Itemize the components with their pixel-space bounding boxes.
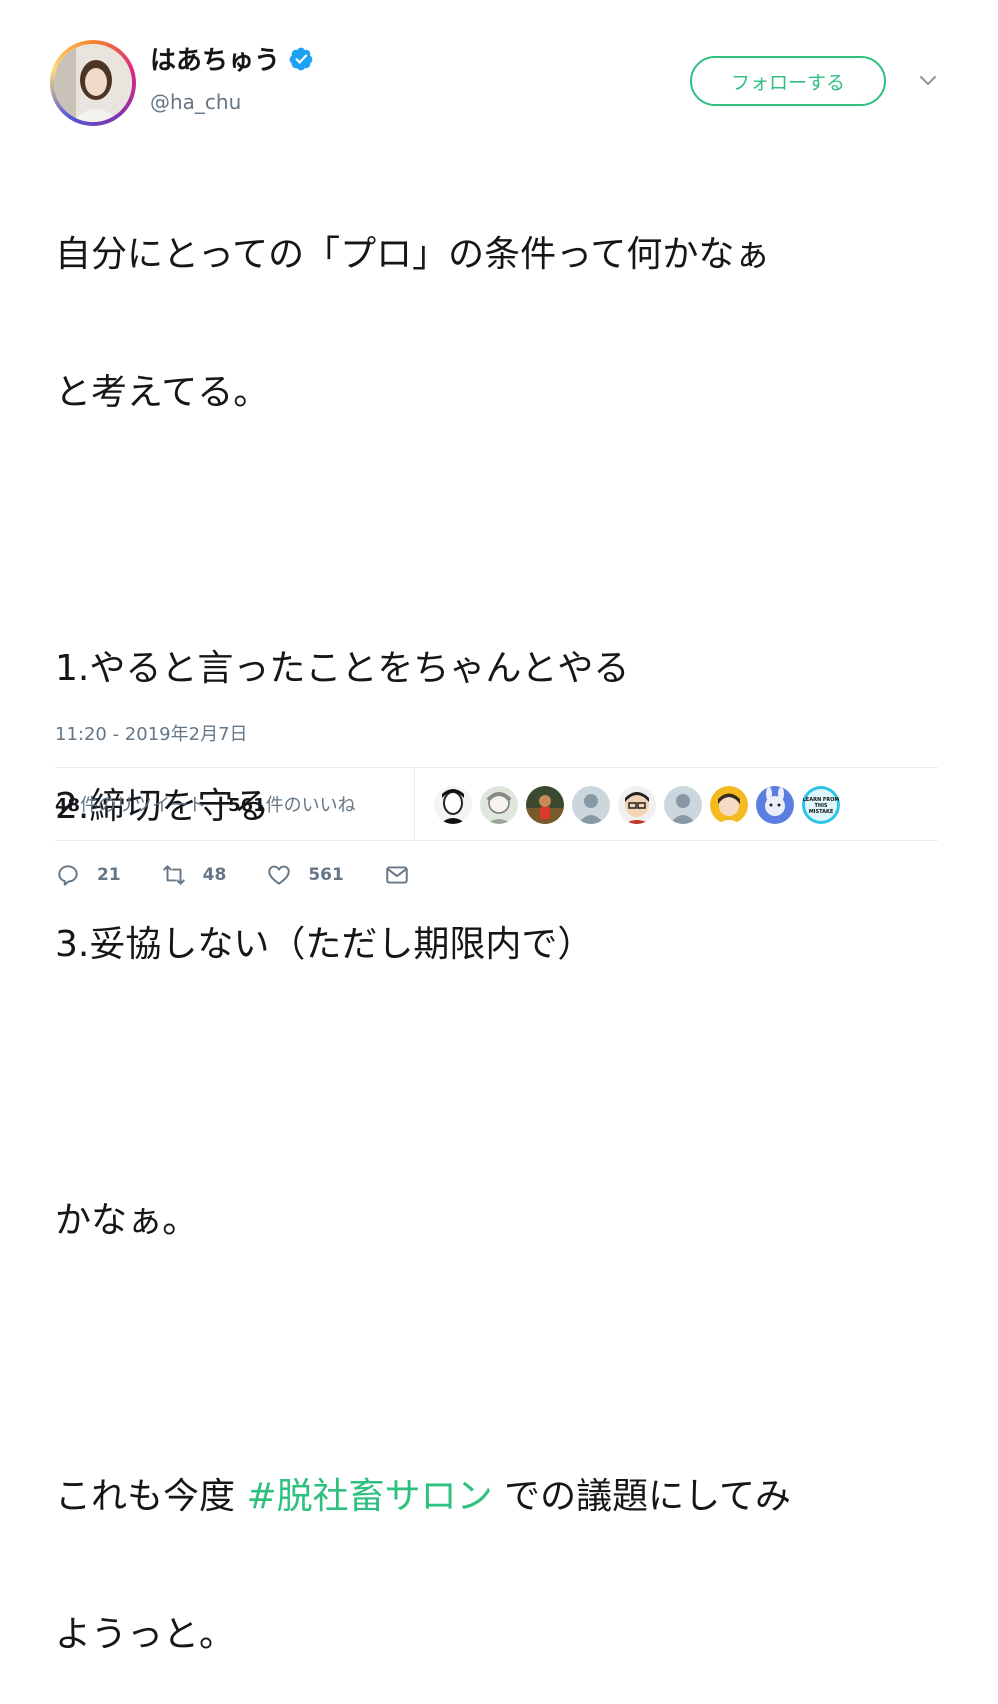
engagement-stats: 48件のリツイート 561件のいいね [55,768,378,840]
svg-text:MISTAKE: MISTAKE [809,809,834,815]
reply-count: 21 [97,865,121,885]
tweet-line: これも今度 #脱社畜サロン での議題にしてみ [55,1474,955,1520]
follow-button[interactable]: フォローする [690,56,886,106]
liker-avatar-1[interactable] [434,786,472,824]
likes-stat[interactable]: 561件のいいね [228,791,356,817]
divider [55,840,938,841]
retweets-stat-label: 件のリツイート [80,795,207,816]
default-avatar-icon[interactable] [664,786,702,824]
retweet-button[interactable]: 48 [161,862,227,888]
profile-avatar[interactable] [50,40,136,126]
liker-avatar-5[interactable] [618,786,656,824]
retweet-count: 48 [202,865,227,885]
tweet-text-segment: での議題にしてみ [492,1476,791,1517]
display-name[interactable]: はあちゅう [150,40,280,77]
retweet-icon [162,865,185,885]
retweets-stat-count: 48 [55,795,81,816]
like-count: 561 [308,865,344,885]
chevron-down-icon[interactable] [916,68,940,92]
tweet-line: かなぁ。 [55,1200,199,1241]
liker-avatar-9[interactable]: LEARN FROM THIS MISTAKE [802,786,840,824]
tweet-text: 自分にとっての「プロ」の条件って何かなぁ と考えてる。 1.やると言ったことをち… [55,140,955,1704]
reply-icon [58,865,78,886]
tweet-list-item: 1.やると言ったことをちゃんとやる [55,648,630,689]
hashtag-link[interactable]: #脱社畜サロン [246,1476,492,1517]
user-handle[interactable]: @ha_chu [150,90,241,114]
profile-photo [54,44,132,122]
liker-avatars: LEARN FROM THIS MISTAKE [434,786,840,824]
likes-stat-label: 件のいいね [265,795,356,816]
tweet-line: ようっと。 [55,1614,236,1655]
stats-separator [414,768,415,840]
liker-avatar-8[interactable] [756,786,794,824]
likes-stat-count: 561 [228,795,266,816]
tweet-actions: 21 48 561 [55,862,466,888]
liker-avatar-2[interactable] [480,786,518,824]
liker-avatar-3[interactable] [526,786,564,824]
envelope-icon [386,866,408,884]
default-avatar-icon[interactable] [572,786,610,824]
tweet-text-segment: これも今度 [55,1476,247,1517]
like-button[interactable]: 561 [266,862,344,888]
profile-photo-image [54,44,132,122]
heart-icon [268,865,291,885]
liker-avatar-7[interactable] [710,786,748,824]
direct-message-button[interactable] [384,862,426,888]
retweets-stat[interactable]: 48件のリツイート [55,791,206,817]
reply-button[interactable]: 21 [55,862,121,888]
tweet-timestamp[interactable]: 11:20 - 2019年2月7日 [55,720,248,746]
tweet-line: と考えてる。 [55,372,270,413]
tweet-list-item: 3.妥協しない（ただし期限内で） [55,924,594,965]
display-name-row: はあちゅう [150,40,314,77]
verified-badge-icon [289,47,313,70]
tweet-line: 自分にとっての「プロ」の条件って何かなぁ [55,234,771,275]
